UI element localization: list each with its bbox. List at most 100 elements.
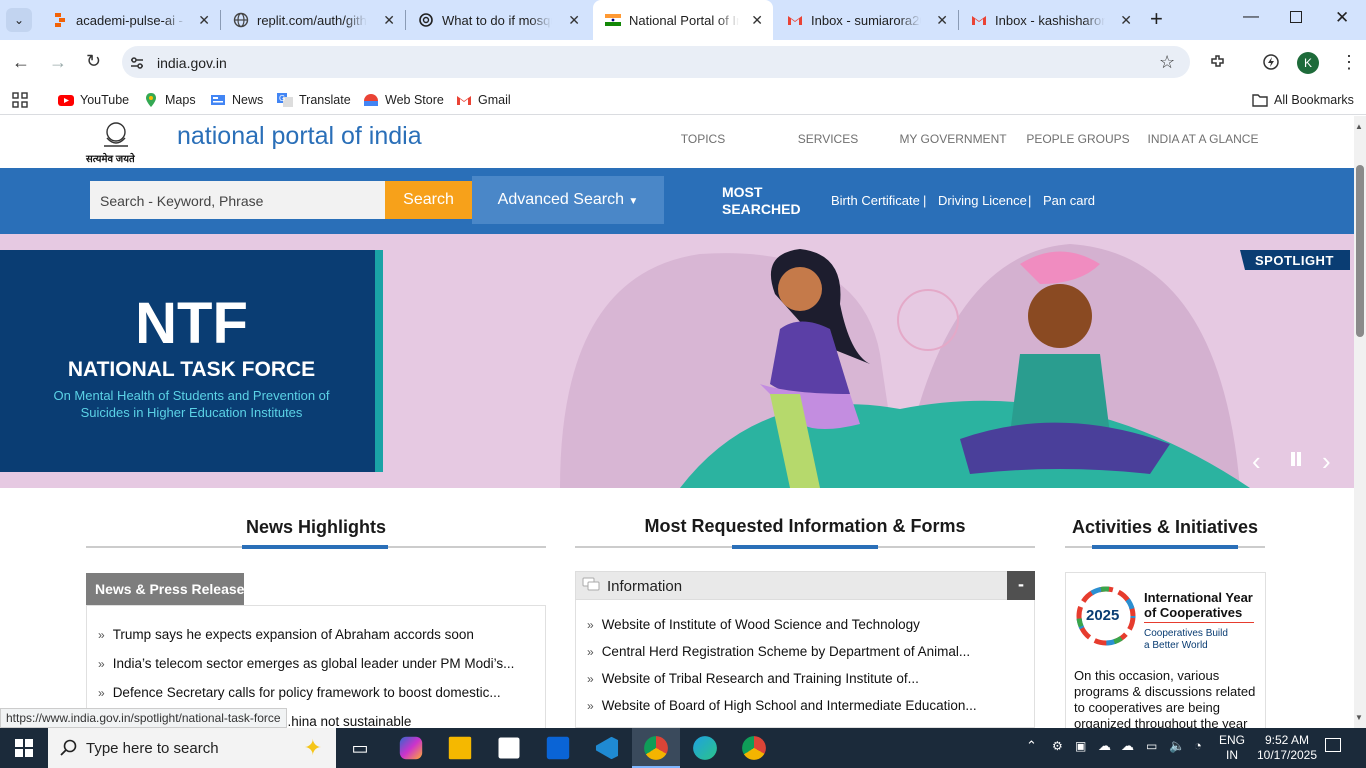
tab-title: Inbox - kashisharora0	[995, 12, 1105, 28]
news-item-text: Trump says he expects expansion of Abrah…	[112, 627, 474, 642]
news-item[interactable]: » India’s telecom sector emerges as globa…	[98, 656, 514, 671]
india-flag-icon	[605, 14, 621, 26]
collapse-button[interactable]: -	[1007, 571, 1035, 600]
carousel-pause-icon[interactable]	[1289, 452, 1303, 466]
news-highlights-title: News Highlights	[245, 517, 386, 537]
tab-3[interactable]: What to do if mosqui ✕	[406, 0, 590, 40]
search-button[interactable]: Search	[385, 181, 472, 219]
battery-icon[interactable]: ▭	[1146, 739, 1157, 753]
reload-button[interactable]: ↻	[86, 51, 101, 72]
scroll-up-arrow-icon[interactable]: ▲	[1355, 122, 1363, 131]
apps-grid-icon[interactable]	[12, 92, 28, 108]
close-icon[interactable]: ✕	[751, 12, 763, 29]
close-icon[interactable]: ✕	[1120, 12, 1132, 29]
search-input[interactable]: Search - Keyword, Phrase	[90, 181, 385, 219]
bookmark-star-icon[interactable]: ☆	[1159, 52, 1175, 73]
news-item-text: ...hina not sustainable	[280, 714, 412, 729]
scrollbar-thumb[interactable]	[1356, 165, 1364, 337]
windows-start-icon[interactable]	[15, 739, 33, 757]
close-icon[interactable]: ✕	[936, 12, 948, 29]
bookmark-maps[interactable]: Maps	[143, 90, 196, 110]
most-searched-line1: MOST	[722, 184, 763, 200]
minimize-button[interactable]: —	[1243, 8, 1259, 26]
language-indicator[interactable]: ENG IN	[1219, 733, 1245, 763]
close-icon[interactable]: ✕	[383, 12, 395, 29]
task-view-icon[interactable]: ▭	[346, 734, 374, 762]
bookmark-web-store[interactable]: Web Store	[363, 90, 444, 110]
site-info-icon[interactable]	[129, 55, 145, 71]
wifi-icon[interactable]: ◔	[1194, 738, 1202, 753]
info-item-text: Central Herd Registration Scheme by Depa…	[601, 644, 971, 659]
gmail-icon	[457, 96, 471, 105]
close-icon[interactable]: ✕	[568, 12, 580, 29]
onedrive-icon[interactable]: ☁	[1098, 738, 1111, 754]
address-bar[interactable]	[122, 46, 1190, 78]
tab-2[interactable]: replit.com/auth/githu ✕	[221, 0, 405, 40]
performance-icon[interactable]	[1262, 53, 1280, 71]
tab-search-button[interactable]: ⌄	[6, 8, 32, 32]
news-item[interactable]: » Trump says he expects expansion of Abra…	[98, 627, 474, 642]
site-logo-text[interactable]: national portal of india	[177, 122, 422, 151]
notifications-icon[interactable]	[1325, 738, 1341, 752]
maximize-button[interactable]	[1290, 11, 1302, 23]
bookmark-gmail[interactable]: Gmail	[456, 90, 511, 110]
forward-button[interactable]: →	[49, 52, 67, 73]
carousel-prev-icon[interactable]: ‹	[1252, 446, 1261, 477]
profile-avatar[interactable]: K	[1297, 52, 1319, 74]
nav-topics[interactable]: TOPICS	[633, 132, 773, 146]
tray-app-icon[interactable]: ⚙	[1052, 739, 1063, 753]
tab-news-press-releases[interactable]: News & Press Releases	[86, 573, 252, 605]
tab-1[interactable]: academi-pulse-ai - Re ✕	[40, 0, 220, 40]
window-close-button[interactable]: ✕	[1335, 8, 1349, 28]
info-item[interactable]: » Website of Tribal Research and Training…	[587, 671, 919, 686]
nav-india-at-a-glance[interactable]: INDIA AT A GLANCE	[1133, 132, 1273, 146]
copilot-icon[interactable]	[399, 736, 423, 760]
nav-services[interactable]: SERVICES	[758, 132, 898, 146]
meet-now-icon[interactable]: ▣	[1075, 739, 1086, 753]
taskbar-search-box[interactable]: Type here to search ✦	[48, 728, 336, 768]
extensions-icon[interactable]	[1209, 53, 1227, 71]
folder-icon	[1252, 94, 1268, 107]
carousel-next-icon[interactable]: ›	[1322, 446, 1331, 477]
info-item[interactable]: » Website of Board of High School and Int…	[587, 698, 977, 713]
nav-my-government[interactable]: MY GOVERNMENT	[883, 132, 1023, 146]
scroll-down-arrow-icon[interactable]: ▼	[1355, 713, 1363, 722]
news-icon	[211, 95, 225, 105]
chrome-icon[interactable]	[644, 736, 668, 760]
url-text[interactable]: india.gov.in	[157, 55, 227, 71]
news-item[interactable]: ...hina not sustainable	[280, 714, 411, 729]
back-button[interactable]: ←	[12, 52, 30, 73]
national-emblem-icon[interactable]	[90, 120, 142, 152]
tab-5[interactable]: Inbox - sumiarora207 ✕	[775, 0, 958, 40]
advanced-search-button[interactable]: Advanced Search ▼	[472, 176, 664, 224]
outlook-icon[interactable]	[546, 736, 570, 760]
link-driving-licence[interactable]: Driving Licence	[938, 193, 1027, 208]
edge-icon[interactable]	[693, 736, 717, 760]
file-explorer-icon[interactable]	[448, 736, 472, 760]
bookmark-translate[interactable]: G Translate	[277, 90, 351, 110]
new-tab-button[interactable]: +	[1150, 6, 1163, 32]
nav-people-groups[interactable]: PEOPLE GROUPS	[1008, 132, 1148, 146]
tab-6[interactable]: Inbox - kashisharora0 ✕	[959, 0, 1142, 40]
volume-icon[interactable]: 🔈	[1169, 738, 1185, 754]
clock[interactable]: 9:52 AM 10/17/2025	[1252, 733, 1322, 763]
info-item[interactable]: » Website of Institute of Wood Science an…	[587, 617, 920, 632]
activities-underline	[1065, 545, 1265, 549]
iyc-title-1: International Year	[1144, 590, 1253, 605]
chevron-up-icon[interactable]: ⌃	[1026, 738, 1037, 754]
most-searched-line2: SEARCHED	[722, 201, 801, 217]
microsoft-store-icon[interactable]	[498, 737, 520, 759]
news-item[interactable]: » Defence Secretary calls for policy fram…	[98, 685, 501, 700]
bookmark-news[interactable]: News	[210, 90, 263, 110]
info-item-text: Website of Board of High School and Inte…	[601, 698, 977, 713]
close-icon[interactable]: ✕	[198, 12, 210, 29]
tab-4-active[interactable]: National Portal of Ind ✕	[593, 0, 773, 40]
cloud-icon[interactable]: ☁	[1121, 738, 1134, 754]
menu-kebab-icon[interactable]: ⋮	[1340, 52, 1358, 73]
info-item[interactable]: » Central Herd Registration Scheme by Dep…	[587, 644, 970, 659]
bookmark-youtube[interactable]: YouTube	[58, 90, 129, 110]
link-birth-certificate[interactable]: Birth Certificate	[831, 193, 920, 208]
all-bookmarks-button[interactable]: All Bookmarks	[1252, 90, 1354, 110]
chrome-profile-icon[interactable]	[742, 736, 766, 760]
link-pan-card[interactable]: Pan card	[1043, 193, 1095, 208]
